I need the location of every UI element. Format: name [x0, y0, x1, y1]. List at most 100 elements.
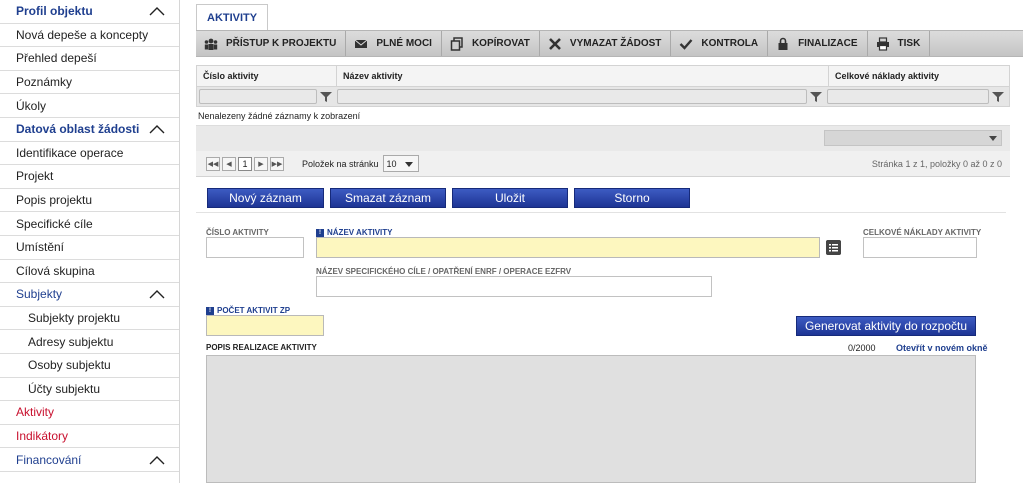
filter-funnel-icon[interactable] [320, 91, 332, 103]
nazev-aktivity-field[interactable] [316, 237, 820, 258]
specificky-cil-label: NÁZEV SPECIFICKÉHO CÍLE / OPATŘENÍ ENRF … [316, 267, 572, 276]
prev-page-button[interactable]: ◀ [222, 156, 236, 171]
cislo-aktivity-label: ČÍSLO AKTIVITY [206, 228, 269, 237]
sidebar-item-9[interactable]: Specifické cíle [0, 212, 179, 236]
page-number-input[interactable]: 1 [238, 156, 252, 171]
required-icon: ! [206, 306, 214, 315]
toolbar-button-1[interactable]: PLNÉ MOCI [346, 31, 442, 56]
cancel-button[interactable]: Storno [574, 188, 690, 208]
divider [196, 212, 1006, 213]
first-page-button[interactable]: ◀◀ [206, 156, 220, 171]
sidebar-item-16[interactable]: Účty subjektu [0, 378, 179, 402]
toolbar-button-label: PŘÍSTUP K PROJEKTU [226, 38, 337, 49]
chevron-up-icon[interactable] [149, 289, 165, 299]
sidebar-item-0[interactable]: Profil objektu [0, 0, 179, 24]
per-page-select[interactable]: 10 [382, 155, 419, 172]
chevron-up-icon[interactable] [149, 124, 165, 134]
filter-nazev-input[interactable] [337, 89, 807, 104]
sidebar-item-label: Úkoly [16, 98, 47, 113]
pager: ◀◀ ◀ 1 ▶ ▶▶ Položek na stránku 10 Stránk… [196, 151, 1010, 177]
toolbar-button-5[interactable]: FINALIZACE [768, 31, 868, 56]
sidebar-item-1[interactable]: Nová depeše a koncepty [0, 24, 179, 48]
toolbar-button-3[interactable]: VYMAZAT ŽÁDOST [540, 31, 672, 56]
required-icon: ! [316, 228, 324, 237]
last-page-button[interactable]: ▶▶ [270, 156, 284, 171]
sidebar-item-3[interactable]: Poznámky [0, 71, 179, 95]
grid-header: Číslo aktivity Název aktivity Celkové ná… [196, 65, 1010, 87]
sidebar-item-label: Popis projektu [16, 193, 93, 208]
sidebar: Profil objektu Nová depeše a koncepty Přeh… [0, 0, 180, 483]
save-button[interactable]: Uložit [452, 188, 568, 208]
sidebar-item-12[interactable]: Subjekty [0, 283, 179, 307]
toolbar-button-label: FINALIZACE [798, 38, 858, 49]
sidebar-item-5[interactable]: Datová oblast žádosti [0, 118, 179, 142]
sidebar-item-19[interactable]: Financování [0, 448, 179, 472]
sidebar-item-10[interactable]: Umístění [0, 236, 179, 260]
sidebar-item-label: Nová depeše a koncepty [16, 27, 149, 42]
filter-cislo-input[interactable] [199, 89, 317, 104]
generate-activities-button[interactable]: Generovat aktivity do rozpočtu [796, 316, 976, 336]
grid-footer-bar [196, 125, 1010, 151]
sidebar-item-label: Přehled depeší [16, 51, 97, 66]
column-header-naklady[interactable]: Celkové náklady aktivity [829, 66, 1009, 86]
pocet-aktivit-field[interactable] [206, 315, 324, 336]
lock-icon [778, 37, 788, 50]
filter-funnel-icon[interactable] [810, 91, 822, 103]
grid-select[interactable] [824, 130, 1002, 146]
sidebar-item-label: Poznámky [16, 75, 73, 90]
sidebar-item-label: Datová oblast žádosti [16, 122, 140, 137]
chevron-up-icon[interactable] [149, 6, 165, 16]
new-record-button[interactable]: Nový záznam [207, 188, 324, 208]
toolbar-button-label: TISK [897, 38, 921, 49]
sidebar-item-17[interactable]: Aktivity [0, 401, 179, 425]
column-header-cislo[interactable]: Číslo aktivity [197, 66, 337, 86]
sidebar-item-label: Profil objektu [16, 4, 93, 19]
char-count: 0/2000 [848, 343, 876, 353]
sidebar-item-14[interactable]: Adresy subjektu [0, 330, 179, 354]
sidebar-item-15[interactable]: Osoby subjektu [0, 354, 179, 378]
sidebar-item-2[interactable]: Přehled depeší [0, 47, 179, 71]
next-page-button[interactable]: ▶ [254, 156, 268, 171]
celkove-naklady-field[interactable] [863, 237, 977, 258]
sidebar-item-13[interactable]: Subjekty projektu [0, 307, 179, 331]
list-icon[interactable] [826, 240, 841, 255]
sidebar-item-8[interactable]: Popis projektu [0, 189, 179, 213]
open-new-window-link[interactable]: Otevřít v novém okně [896, 343, 988, 353]
nazev-aktivity-label: ! NÁZEV AKTIVITY [316, 228, 392, 237]
sidebar-item-label: Projekt [16, 169, 54, 184]
sidebar-item-7[interactable]: Projekt [0, 165, 179, 189]
tab-aktivity[interactable]: AKTIVITY [196, 4, 269, 30]
chevron-up-icon[interactable] [149, 455, 165, 465]
sidebar-item-label: Specifické cíle [16, 216, 93, 231]
toolbar-button-0[interactable]: PŘÍSTUP K PROJEKTU [196, 31, 347, 56]
toolbar-button-label: KONTROLA [701, 38, 759, 49]
toolbar-button-2[interactable]: KOPÍROVAT [442, 31, 540, 56]
toolbar: PŘÍSTUP K PROJEKTU PLNÉ MOCI KOPÍROVAT VYMA… [196, 30, 1023, 57]
sidebar-item-6[interactable]: Identifikace operace [0, 142, 179, 166]
form-action-buttons: Nový záznam Smazat záznam Uložit Storno [207, 188, 696, 208]
sidebar-item-label: Umístění [16, 240, 65, 255]
envelope-icon [355, 39, 368, 48]
sidebar-item-11[interactable]: Cílová skupina [0, 260, 179, 284]
sidebar-item-label: Subjekty [16, 287, 63, 302]
toolbar-button-4[interactable]: KONTROLA [671, 31, 769, 56]
sidebar-item-label: Osoby subjektu [28, 358, 111, 373]
celkove-naklady-label: CELKOVÉ NÁKLADY AKTIVITY [863, 228, 982, 237]
filter-funnel-icon[interactable] [992, 91, 1004, 103]
cislo-aktivity-field[interactable] [206, 237, 304, 258]
column-header-nazev[interactable]: Název aktivity [337, 66, 829, 86]
specificky-cil-field[interactable] [316, 276, 712, 297]
sidebar-item-label: Adresy subjektu [28, 334, 114, 349]
toolbar-button-6[interactable]: TISK [868, 31, 931, 56]
sidebar-item-label: Účty subjektu [28, 381, 101, 396]
grid-filter-row [196, 87, 1010, 107]
sidebar-item-label: Subjekty projektu [28, 311, 121, 326]
pocet-aktivit-label: ! POČET AKTIVIT ZP [206, 306, 290, 315]
popis-realizace-textarea[interactable] [206, 355, 976, 483]
main-content: AKTIVITY PŘÍSTUP K PROJEKTU PLNÉ MOCI KOPÍ… [196, 0, 1023, 483]
sidebar-item-18[interactable]: Indikátory [0, 425, 179, 449]
filter-naklady-input[interactable] [827, 89, 989, 104]
sidebar-item-4[interactable]: Úkoly [0, 94, 179, 118]
sidebar-item-label: Indikátory [16, 428, 69, 443]
delete-record-button[interactable]: Smazat záznam [330, 188, 446, 208]
